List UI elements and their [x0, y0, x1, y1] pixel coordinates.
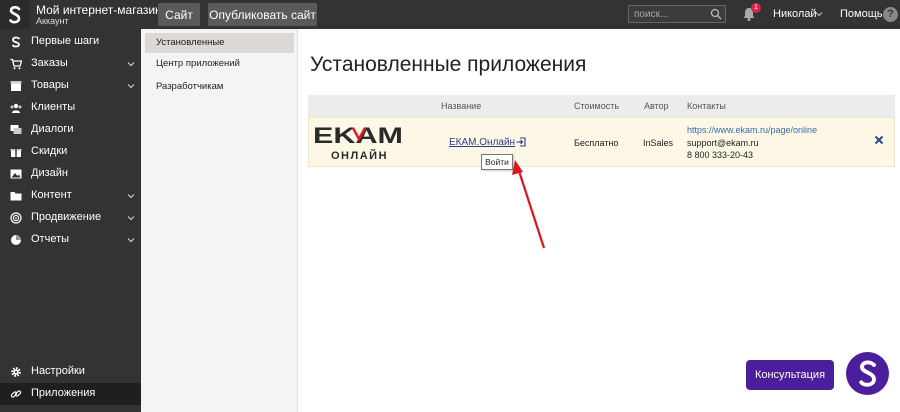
- login-tooltip: Войти: [481, 154, 513, 170]
- gift-icon: [10, 149, 22, 157]
- sidebar-item-reports[interactable]: Отчеты: [0, 229, 141, 251]
- app-cost: Бесплатно: [574, 138, 619, 148]
- sidebar-item-apps[interactable]: Приложения: [0, 383, 141, 405]
- logo-wordmark-bottom: ОНЛАЙН: [331, 149, 388, 162]
- stripes-icon: [12, 36, 20, 48]
- sidebar-item-design[interactable]: Дизайн: [0, 163, 141, 185]
- sidebar-item-clients[interactable]: Клиенты: [0, 97, 141, 119]
- submenu-item-installed[interactable]: Установленные: [145, 33, 294, 53]
- sidebar-item-label: Отчеты: [31, 233, 70, 245]
- shop-subtitle[interactable]: Аккаунт: [36, 16, 69, 26]
- login-icon[interactable]: [516, 137, 526, 147]
- annotation-arrow: [512, 160, 546, 249]
- chevron-down-icon: [127, 62, 135, 67]
- link-icon: [10, 390, 22, 398]
- chevron-down-icon: [127, 216, 135, 221]
- sidebar-item-settings[interactable]: Настройки: [0, 361, 141, 383]
- search-box[interactable]: [628, 5, 726, 23]
- sidebar-item-label: Заказы: [31, 57, 68, 69]
- chevron-down-icon[interactable]: [815, 10, 823, 18]
- publish-site-button[interactable]: Опубликовать сайт: [208, 3, 317, 26]
- sidebar: Первые шаги Заказы Товары Клиенты Диалог…: [0, 29, 141, 412]
- image-icon: [10, 169, 22, 179]
- sidebar-item-promotion[interactable]: Продвижение: [0, 207, 141, 229]
- chevron-down-icon: [127, 194, 135, 199]
- chevron-down-icon: [127, 84, 135, 89]
- apps-submenu: Установленные Центр приложений Разработч…: [141, 29, 298, 412]
- sidebar-item-label: Клиенты: [31, 101, 76, 113]
- insales-logo-icon[interactable]: [0, 0, 29, 29]
- shop-title[interactable]: Мой интернет-магазин: [36, 3, 162, 17]
- chevron-down-icon: [127, 238, 135, 243]
- table-header: Название Стоимость Автор Контакты: [308, 95, 895, 117]
- sidebar-item-products[interactable]: Товары: [0, 75, 141, 97]
- top-bar: Мой интернет-магазин Аккаунт Сайт Опубли…: [0, 0, 900, 29]
- help-icon[interactable]: ?: [883, 7, 898, 22]
- chat-widget-button[interactable]: [846, 352, 889, 395]
- contact-email: support@ekam.ru: [687, 138, 759, 148]
- sidebar-item-label: Дизайн: [31, 167, 68, 179]
- search-icon[interactable]: [710, 8, 722, 20]
- sidebar-item-label: Контент: [31, 189, 72, 201]
- folder-icon: [10, 192, 22, 201]
- app-author: InSales: [643, 138, 674, 148]
- user-menu[interactable]: Николай: [773, 8, 817, 20]
- page-title: Установленные приложения: [310, 53, 587, 76]
- sidebar-item-dialogs[interactable]: Диалоги: [0, 119, 141, 141]
- target-icon: [10, 212, 22, 224]
- site-button[interactable]: Сайт: [158, 3, 200, 26]
- table-row: EKAM ОНЛАЙН ЕКАМ.Онлайн Бесплатно InSale…: [308, 117, 895, 167]
- sidebar-item-label: Приложения: [31, 387, 96, 399]
- insales-logo-icon: [858, 360, 876, 387]
- app-name-link[interactable]: ЕКАМ.Онлайн: [449, 137, 515, 148]
- pie-icon: [11, 235, 21, 245]
- column-header-cost: Стоимость: [574, 101, 620, 111]
- contact-url-link[interactable]: https://www.ekam.ru/page/online: [687, 125, 817, 135]
- submenu-item-app-center[interactable]: Центр приложений: [145, 54, 294, 74]
- sidebar-item-first-steps[interactable]: Первые шаги: [0, 31, 141, 53]
- column-header-contacts: Контакты: [687, 101, 726, 111]
- contact-phone: 8 800 333-20-43: [687, 150, 754, 160]
- submenu-item-developers[interactable]: Разработчикам: [145, 77, 294, 97]
- gear-icon: [11, 367, 21, 377]
- chat-icon: [10, 125, 22, 134]
- notification-badge: 1: [751, 3, 761, 13]
- sidebar-item-label: Товары: [31, 79, 69, 91]
- column-header-name: Название: [441, 101, 482, 111]
- sidebar-item-discounts[interactable]: Скидки: [0, 141, 141, 163]
- box-icon: [10, 81, 22, 91]
- sidebar-item-label: Настройки: [31, 365, 85, 377]
- column-header-author: Автор: [644, 101, 669, 111]
- consultation-button[interactable]: Консультация: [746, 360, 834, 390]
- sidebar-item-label: Продвижение: [31, 211, 102, 223]
- sidebar-item-orders[interactable]: Заказы: [0, 53, 141, 75]
- help-link[interactable]: Помощь: [840, 8, 883, 20]
- search-input[interactable]: [634, 7, 704, 21]
- close-icon[interactable]: [873, 134, 885, 146]
- sidebar-item-label: Первые шаги: [31, 35, 100, 47]
- cart-icon: [10, 58, 22, 70]
- sidebar-item-label: Скидки: [31, 145, 68, 157]
- users-icon: [10, 103, 22, 113]
- ekam-logo: EKAM ОНЛАЙН: [313, 124, 403, 162]
- sidebar-item-label: Диалоги: [31, 123, 74, 135]
- sidebar-item-content[interactable]: Контент: [0, 185, 141, 207]
